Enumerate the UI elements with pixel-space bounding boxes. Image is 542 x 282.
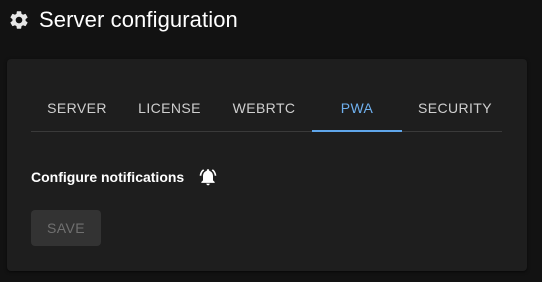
tab-security[interactable]: SECURITY bbox=[402, 85, 508, 131]
tab-bar: SERVER LICENSE WEBRTC PWA SECURITY bbox=[31, 85, 502, 132]
tab-license[interactable]: LICENSE bbox=[123, 85, 216, 131]
notifications-label: Configure notifications bbox=[31, 169, 185, 185]
save-button[interactable]: SAVE bbox=[31, 210, 101, 246]
tab-webrtc[interactable]: WEBRTC bbox=[216, 85, 312, 131]
bell-ringing-icon[interactable] bbox=[198, 167, 218, 187]
tab-server[interactable]: SERVER bbox=[31, 85, 123, 131]
notifications-row: Configure notifications bbox=[31, 167, 218, 187]
config-card: SERVER LICENSE WEBRTC PWA SECURITY Confi… bbox=[7, 59, 527, 271]
page-header: Server configuration bbox=[8, 6, 238, 34]
page-title: Server configuration bbox=[39, 7, 238, 32]
gear-icon bbox=[8, 9, 30, 31]
tab-pwa[interactable]: PWA bbox=[312, 85, 402, 132]
